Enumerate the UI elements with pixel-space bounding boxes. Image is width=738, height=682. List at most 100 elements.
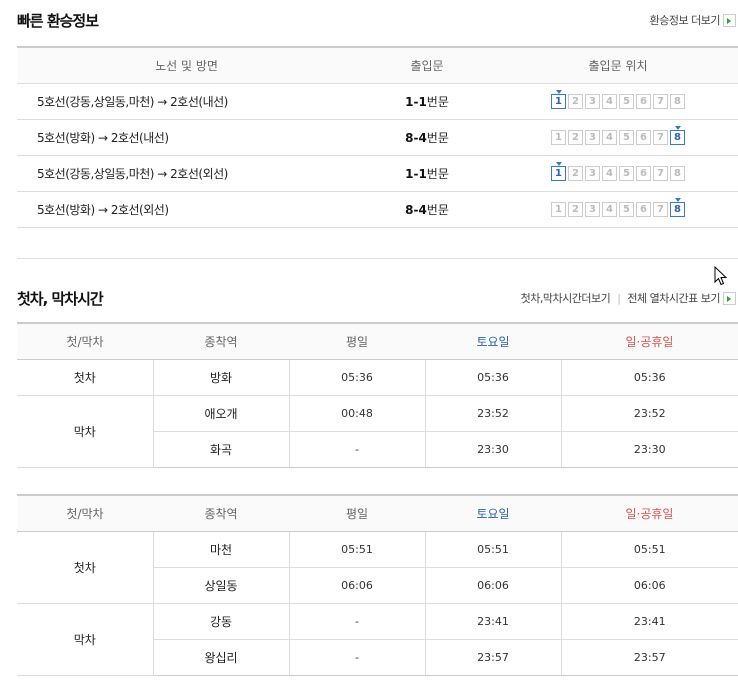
timetable-1: 첫/막차 종착역 평일 토요일 일·공휴일 첫차 방화 05:36 05:36 …	[17, 322, 738, 468]
terminal-station: 왕십리	[152, 639, 289, 676]
car-box: 7	[653, 93, 668, 109]
gate-suffix: 번문	[426, 130, 449, 145]
transfer-section-title: 빠른 환승정보	[17, 12, 99, 30]
route-direction: 5호선(방화) → 2호선(내선)	[17, 119, 356, 156]
saturday-time: 23:52	[424, 395, 561, 432]
section-divider	[17, 258, 738, 259]
transfer-row: 5호선(방화) → 2호선(내선) 8-4번문 1 2 3 4 5 6 7 8	[17, 119, 738, 156]
car-box: 1	[551, 129, 566, 145]
holiday-time: 23:52	[560, 395, 738, 432]
last-train-label: 막차	[17, 603, 153, 676]
route-direction: 5호선(강동,상일동,마천) → 2호선(외선)	[17, 155, 356, 192]
gate-position-cell: 12345678	[498, 155, 738, 192]
car-box: 1	[551, 201, 566, 217]
header-holiday: 일·공휴일	[561, 495, 738, 532]
first-train-label: 첫차	[17, 359, 153, 396]
header-terminal: 종착역	[153, 495, 289, 532]
car-position-indicator: 12345678	[498, 125, 738, 145]
transfer-row: 5호선(방화) → 2호선(외선) 8-4번문 1 2 3 4 5 6 7 8	[17, 191, 738, 228]
car-box: 4	[602, 129, 617, 145]
car-box-active: 1	[551, 89, 566, 109]
gate-number: 1-1	[405, 94, 427, 109]
last-train-label: 막차	[17, 395, 153, 468]
weekday-time: -	[288, 603, 425, 640]
gate-number: 8-4	[405, 130, 427, 145]
timetable-section-title: 첫차, 막차시간	[17, 290, 104, 308]
header-saturday: 토요일	[425, 495, 561, 532]
header-terminal: 종착역	[153, 323, 289, 360]
weekday-time: 00:48	[288, 395, 425, 432]
arrow-right-icon	[723, 13, 736, 27]
first-last-more-link[interactable]: 첫차,막차시간더보기	[521, 290, 611, 306]
transfer-row: 5호선(강동,상일동,마천) → 2호선(내선) 1-1번문 1 2 3 4 5 6 7 8	[17, 83, 738, 120]
full-timetable-link[interactable]: 전체 열차시간표 보기	[627, 290, 720, 306]
car-box: 4	[602, 201, 617, 217]
holiday-time: 23:41	[560, 603, 738, 640]
header-first-last: 첫/막차	[17, 495, 153, 532]
car-box: 3	[585, 93, 600, 109]
gate-suffix: 번문	[426, 166, 449, 181]
car-box-active: 1	[551, 161, 566, 181]
saturday-time: 23:30	[424, 431, 561, 468]
header-route: 노선 및 방면	[17, 47, 356, 84]
terminal-station: 방화	[152, 359, 289, 396]
gate-position-cell: 12345678	[498, 191, 738, 228]
car-box: 6	[636, 201, 651, 217]
arrow-right-icon[interactable]	[723, 291, 736, 305]
gate-cell: 8-4번문	[356, 191, 498, 228]
car-box: 3	[585, 201, 600, 217]
header-gate: 출입문	[356, 47, 498, 84]
car-box: 7	[653, 201, 668, 217]
saturday-time: 05:51	[424, 531, 561, 568]
car-box: 2	[568, 165, 583, 181]
car-box: 7	[653, 165, 668, 181]
transfer-table: 노선 및 방면 출입문 출입문 위치 5호선(강동,상일동,마천) → 2호선(…	[17, 46, 738, 228]
terminal-station: 마천	[152, 531, 289, 568]
car-box: 5	[619, 165, 634, 181]
gate-position-cell: 12345678	[498, 83, 738, 120]
header-weekday: 평일	[289, 495, 425, 532]
car-box: 5	[619, 201, 634, 217]
car-position-indicator: 12345678	[498, 89, 738, 109]
car-box-active: 8	[670, 197, 685, 217]
header-weekday: 평일	[289, 323, 425, 360]
route-direction: 5호선(방화) → 2호선(외선)	[17, 191, 356, 228]
car-box-active: 8	[670, 125, 685, 145]
car-box: 4	[602, 93, 617, 109]
terminal-station: 애오개	[152, 395, 289, 432]
saturday-time: 23:57	[424, 639, 561, 676]
holiday-time: 05:51	[560, 531, 738, 568]
transfer-more-link[interactable]: 환승정보 더보기	[650, 12, 736, 28]
gate-number: 8-4	[405, 202, 427, 217]
car-box: 7	[653, 129, 668, 145]
holiday-time: 06:06	[560, 567, 738, 604]
header-gate-position: 출입문 위치	[498, 47, 738, 84]
car-box: 4	[602, 165, 617, 181]
weekday-time: -	[288, 431, 425, 468]
saturday-time: 06:06	[424, 567, 561, 604]
timetable-2: 첫/막차 종착역 평일 토요일 일·공휴일 첫차 마천 05:51 05:51 …	[17, 494, 738, 676]
gate-suffix: 번문	[426, 202, 449, 217]
holiday-time: 23:57	[560, 639, 738, 676]
car-box: 2	[568, 201, 583, 217]
transfer-more-label: 환승정보 더보기	[649, 14, 721, 27]
car-position-indicator: 12345678	[498, 161, 738, 181]
header-saturday: 토요일	[425, 323, 561, 360]
weekday-time: 05:36	[288, 359, 425, 396]
gate-cell: 1-1번문	[356, 83, 498, 120]
gate-cell: 8-4번문	[356, 119, 498, 156]
transfer-row: 5호선(강동,상일동,마천) → 2호선(외선) 1-1번문 1 2 3 4 5 6 7 8	[17, 155, 738, 192]
route-direction: 5호선(강동,상일동,마천) → 2호선(내선)	[17, 83, 356, 120]
car-position-indicator: 12345678	[498, 197, 738, 217]
first-train-label: 첫차	[17, 531, 153, 604]
holiday-time: 23:30	[560, 431, 738, 468]
timetable-links: 첫차,막차시간더보기 | 전체 열차시간표 보기	[521, 290, 736, 306]
weekday-time: 06:06	[288, 567, 425, 604]
car-box: 6	[636, 129, 651, 145]
terminal-station: 강동	[152, 603, 289, 640]
car-box: 2	[568, 93, 583, 109]
gate-position-cell: 12345678	[498, 119, 738, 156]
header-first-last: 첫/막차	[17, 323, 153, 360]
car-box: 8	[670, 93, 685, 109]
mouse-cursor-icon	[714, 266, 728, 286]
